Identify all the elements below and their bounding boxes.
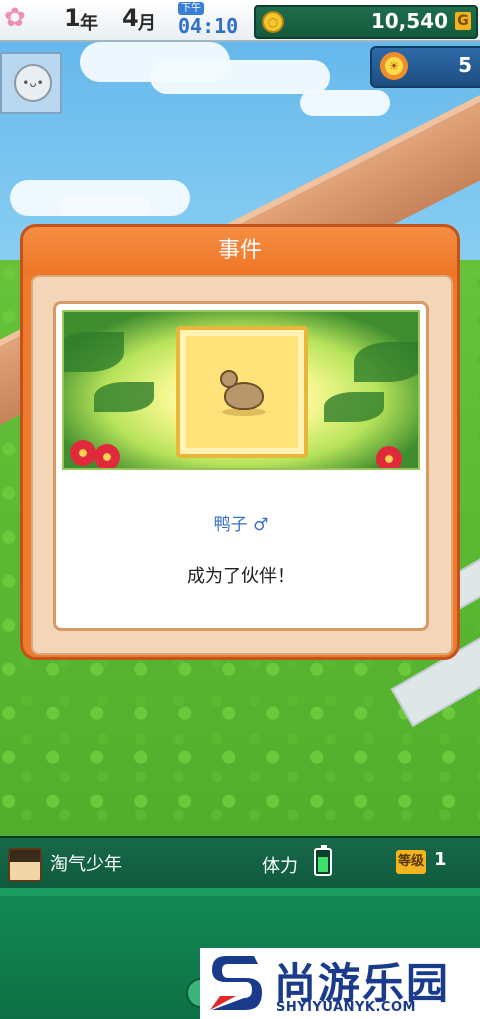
month-value: 4: [122, 4, 139, 32]
money-value: 10,540: [370, 9, 448, 33]
animal-portrait: [176, 326, 308, 458]
gold-g-icon: G: [455, 12, 471, 30]
jungle-scene: [62, 310, 420, 470]
sun-count: 5: [458, 53, 472, 77]
player-hair: [10, 850, 40, 862]
event-message: 成为了伙伴！: [187, 566, 295, 587]
year-unit: 年: [80, 13, 98, 34]
sun-icon: ☀: [380, 52, 408, 80]
dialog-card: 鸭子 ♂ 成为了伙伴！: [53, 301, 429, 631]
player-status-bar: 淘气少年 体力 等级 1: [0, 836, 480, 890]
red-flower-icon: [376, 446, 402, 468]
stamina-label: 体力: [262, 856, 298, 877]
leaf: [324, 392, 384, 422]
red-flower-icon: [70, 440, 96, 466]
red-flower-icon: [94, 444, 120, 468]
watermark-url: SHYIYUANYK.COM: [276, 1000, 416, 1015]
leaf: [94, 382, 154, 412]
event-dialog[interactable]: 事件 鸭子 ♂ 成为了伙伴！: [20, 224, 460, 660]
animal-name: 鸭子 ♂: [213, 515, 269, 535]
character-avatar[interactable]: •ᴗ•: [0, 52, 62, 114]
duck-head: [220, 370, 238, 388]
cloud: [150, 60, 330, 94]
player-name: 淘气少年: [50, 854, 122, 875]
level-badge: 等级: [396, 850, 426, 874]
cloud: [60, 196, 150, 216]
clock-time: 04:10: [178, 14, 239, 38]
site-watermark: 尚游乐园 SHYIYUANYK.COM: [200, 948, 480, 1019]
coin-icon: ○: [262, 11, 284, 33]
leaf: [64, 332, 124, 372]
panel-edge: [0, 888, 480, 896]
cloud: [300, 90, 390, 116]
dialog-inner-panel: 鸭子 ♂ 成为了伙伴！: [31, 275, 453, 655]
battery-cap: [321, 845, 327, 848]
year-value: 1: [64, 4, 81, 32]
top-hud: ✿ 1 年 4 月 下午 04:10 ○ 10,540 G: [0, 0, 480, 42]
brand-logo-icon: [210, 956, 262, 1010]
blossom-icon: ✿: [4, 3, 26, 33]
player-icon: [8, 848, 42, 882]
money-display[interactable]: ○ 10,540 G: [254, 5, 478, 39]
duck-icon: [220, 370, 264, 410]
battery-icon: [314, 845, 332, 876]
dialog-title: 事件: [23, 227, 457, 275]
level-value: 1: [434, 849, 447, 870]
sun-counter[interactable]: ☀ 5: [370, 46, 480, 88]
stamina-fill: [318, 857, 328, 872]
month-unit: 月: [138, 13, 156, 34]
avatar-face-icon: •ᴗ•: [14, 64, 52, 102]
leaf: [354, 342, 418, 382]
